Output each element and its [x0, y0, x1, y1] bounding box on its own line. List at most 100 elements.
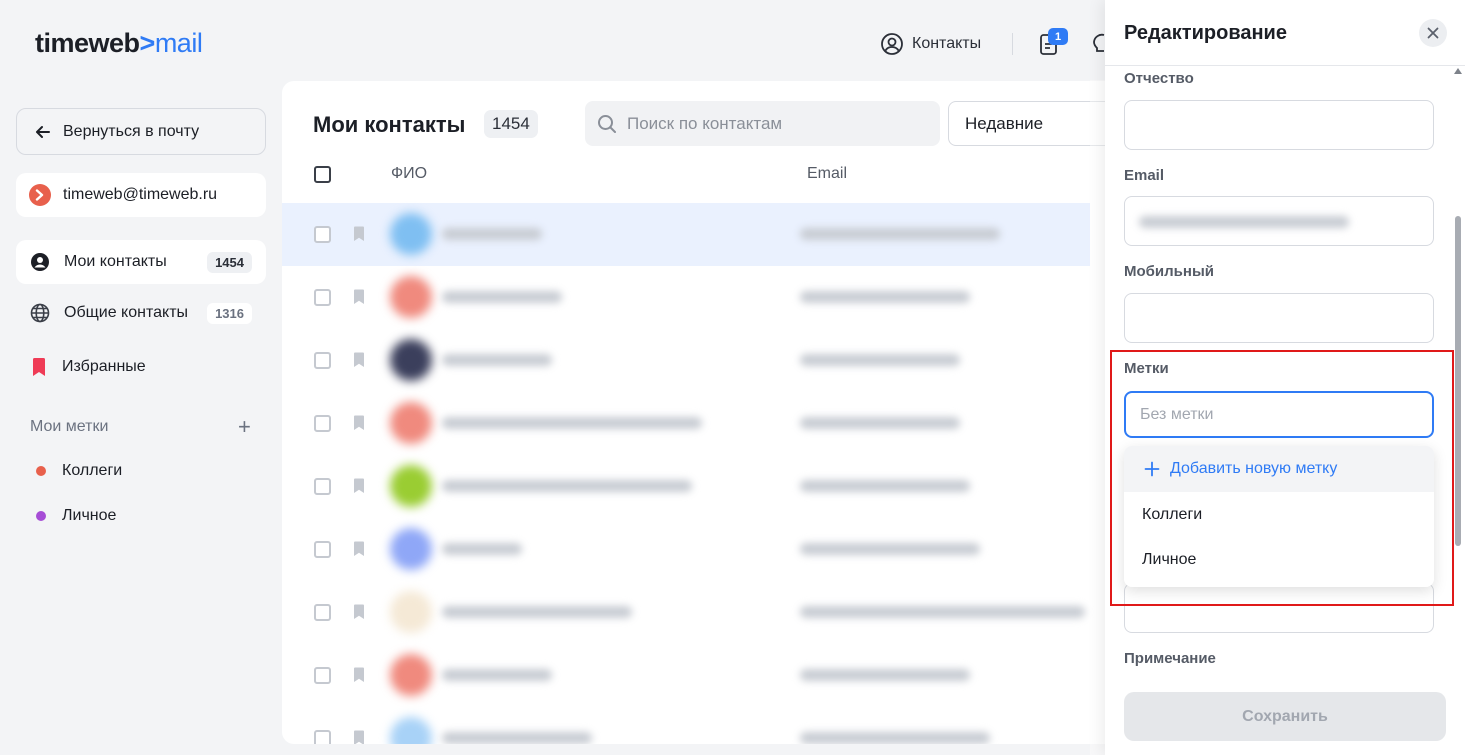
contact-name-blurred [442, 417, 702, 429]
sidebar-item-my-contacts[interactable]: Мои контакты 1454 [16, 240, 266, 284]
table-row[interactable] [282, 581, 1090, 644]
my-labels-title: Мои метки [30, 418, 109, 435]
contact-email-blurred [800, 291, 970, 303]
header-contacts-link[interactable]: Контакты [880, 32, 981, 56]
column-header-name[interactable]: ФИО [391, 165, 427, 183]
contact-email-blurred [800, 606, 1085, 618]
back-to-mail-button[interactable]: Вернуться в почту [16, 108, 266, 155]
sidebar-item-shared-contacts[interactable]: Общие контакты 1316 [16, 291, 266, 335]
bookmark-icon[interactable] [352, 604, 366, 620]
select-all-checkbox[interactable] [314, 166, 331, 183]
logo-product: mail [154, 28, 203, 58]
table-row[interactable] [282, 203, 1090, 266]
add-label-button[interactable]: + [238, 416, 251, 438]
table-row[interactable] [282, 266, 1090, 329]
bookmark-icon[interactable] [352, 352, 366, 368]
account-email: timeweb@timeweb.ru [63, 186, 218, 203]
table-row[interactable] [282, 644, 1090, 707]
highlight-box [1110, 350, 1454, 606]
user-circle-icon [881, 33, 903, 55]
app-logo[interactable]: timeweb>mail [35, 28, 203, 59]
note-label: Примечание [1124, 650, 1216, 667]
scroll-up-arrow-icon[interactable] [1454, 68, 1462, 74]
sidebar-label-text: Коллеги [62, 462, 123, 479]
row-checkbox[interactable] [314, 352, 331, 369]
panel-divider [1105, 65, 1465, 66]
row-checkbox[interactable] [314, 541, 331, 558]
contact-email-blurred [800, 732, 990, 744]
logo-brand: timeweb [35, 28, 140, 58]
contacts-search[interactable] [585, 101, 940, 146]
contact-email-blurred [800, 417, 960, 429]
scroll-thumb[interactable] [1455, 216, 1461, 546]
notes-badge: 1 [1048, 28, 1068, 45]
avatar [390, 528, 432, 570]
contacts-main-card: Мои контакты 1454 Недавние ФИО Email [282, 81, 1122, 744]
back-to-mail-label: Вернуться в почту [63, 122, 200, 140]
save-button[interactable]: Сохранить [1124, 692, 1446, 741]
avatar [390, 339, 432, 381]
bookmark-icon[interactable] [352, 667, 366, 683]
header-contacts-label: Контакты [912, 35, 982, 52]
table-row[interactable] [282, 455, 1090, 518]
bookmark-icon[interactable] [352, 415, 366, 431]
account-logo-icon [29, 184, 51, 206]
contact-email-blurred [800, 228, 1000, 240]
table-row[interactable] [282, 518, 1090, 581]
avatar [390, 213, 432, 255]
contact-name-blurred [442, 543, 522, 555]
contact-email-blurred [800, 543, 980, 555]
page-title: Мои контакты [313, 112, 466, 137]
row-checkbox[interactable] [314, 667, 331, 684]
sidebar-item-favorites[interactable]: Избранные [16, 345, 266, 389]
avatar [390, 591, 432, 633]
logo-arrow: > [139, 28, 156, 58]
table-row[interactable] [282, 707, 1090, 744]
email-field[interactable] [1124, 196, 1434, 246]
search-input[interactable] [627, 113, 927, 134]
row-checkbox[interactable] [314, 730, 331, 744]
contacts-count-badge: 1454 [484, 110, 538, 138]
patronymic-field[interactable] [1124, 100, 1434, 150]
table-row[interactable] [282, 392, 1090, 455]
avatar [390, 402, 432, 444]
sidebar-item-label: Общие контакты [64, 304, 189, 321]
row-checkbox[interactable] [314, 478, 331, 495]
my-contacts-count: 1454 [207, 251, 252, 273]
close-icon [1427, 27, 1439, 39]
header-divider [1012, 33, 1013, 55]
avatar [390, 717, 432, 744]
column-header-email[interactable]: Email [807, 165, 847, 183]
label-dot-icon [36, 466, 46, 476]
search-icon [598, 114, 616, 133]
panel-title: Редактирование [1124, 22, 1287, 44]
mobile-label: Мобильный [1124, 263, 1214, 280]
row-checkbox[interactable] [314, 415, 331, 432]
row-checkbox[interactable] [314, 226, 331, 243]
avatar [390, 276, 432, 318]
sidebar-item-label: Мои контакты [64, 253, 167, 270]
panel-scrollbar[interactable] [1453, 68, 1465, 678]
sidebar-label-colleagues[interactable]: Коллеги [36, 462, 122, 480]
contact-name-blurred [442, 732, 592, 744]
table-row[interactable] [282, 329, 1090, 392]
account-selector[interactable]: timeweb@timeweb.ru [16, 173, 266, 217]
label-dot-icon [36, 511, 46, 521]
bookmark-icon[interactable] [352, 226, 366, 242]
row-checkbox[interactable] [314, 289, 331, 306]
contact-name-blurred [442, 480, 692, 492]
bookmark-icon[interactable] [352, 478, 366, 494]
email-label: Email [1124, 167, 1165, 184]
sidebar-label-personal[interactable]: Личное [36, 507, 116, 525]
row-checkbox[interactable] [314, 604, 331, 621]
mobile-field[interactable] [1124, 293, 1434, 343]
panel-overlay [1090, 80, 1105, 755]
tips-button[interactable] [1092, 32, 1106, 61]
shared-contacts-count: 1316 [207, 302, 252, 324]
patronymic-label: Отчество [1124, 70, 1194, 87]
close-panel-button[interactable] [1419, 19, 1447, 47]
bookmark-icon[interactable] [352, 289, 366, 305]
bookmark-icon[interactable] [352, 541, 366, 557]
contact-name-blurred [442, 669, 552, 681]
bookmark-icon[interactable] [352, 730, 366, 744]
